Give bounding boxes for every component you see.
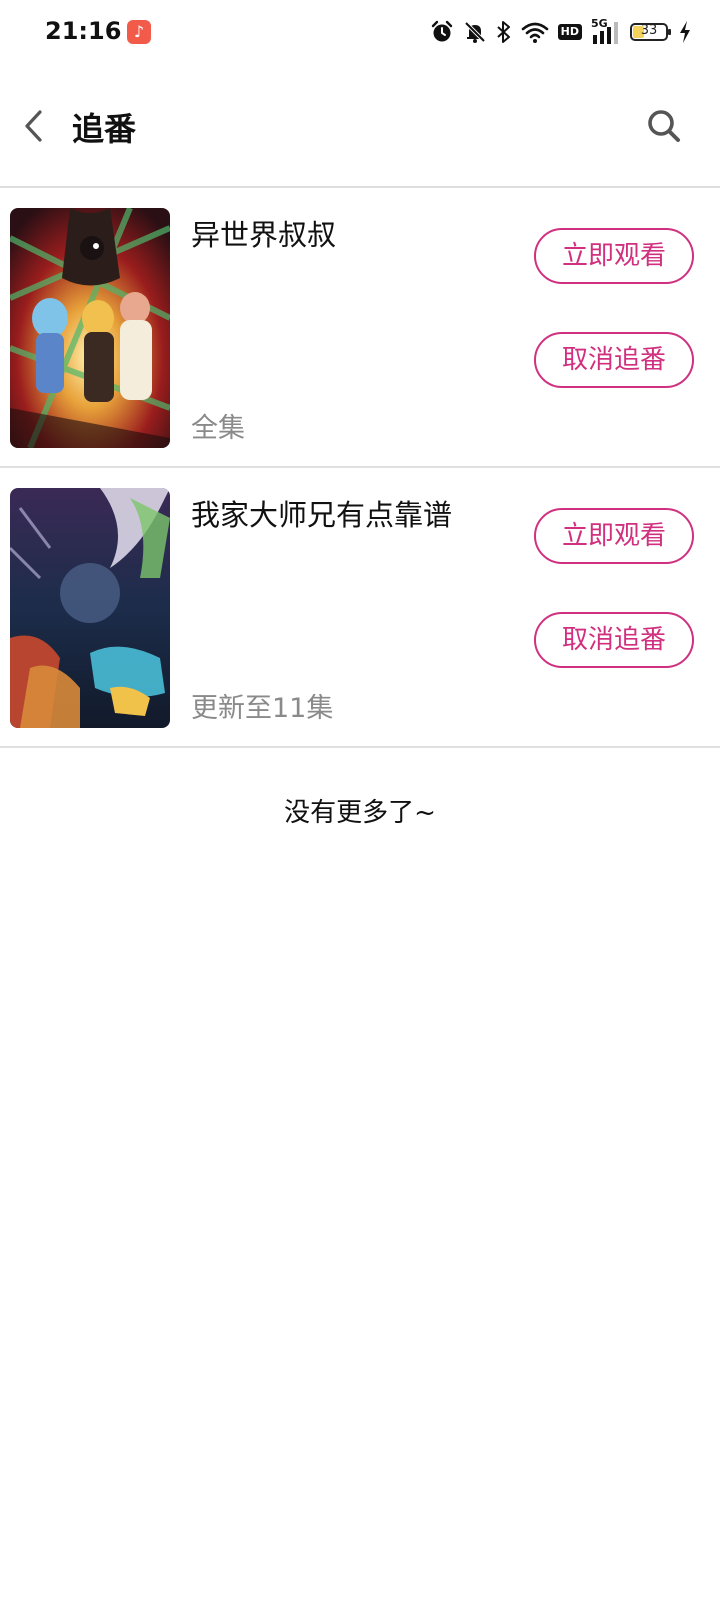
chevron-left-icon	[25, 110, 42, 142]
search-icon	[648, 110, 680, 142]
anime-title[interactable]: 异世界叔叔	[191, 212, 336, 254]
battery-level: 33	[640, 23, 658, 38]
top-app-bar: 追番	[0, 64, 720, 188]
follow-list-page: 21:16 ♪ HD 5G 33 追番 异世界叔叔 全集 立即观看 取消追番 我…	[0, 0, 720, 1600]
unfollow-button[interactable]: 取消追番	[534, 612, 694, 668]
battery-tip	[668, 29, 671, 35]
end-of-list-text: 没有更多了~	[284, 798, 436, 828]
page-title: 追番	[72, 110, 137, 148]
anime-title[interactable]: 我家大师兄有点靠谱	[191, 492, 452, 534]
cover-image[interactable]	[10, 208, 170, 448]
bluetooth-icon	[496, 20, 512, 44]
unfollow-button[interactable]: 取消追番	[534, 332, 694, 388]
charging-icon	[678, 20, 692, 48]
list-item[interactable]: 异世界叔叔 全集 立即观看 取消追番	[0, 188, 720, 468]
followed-anime-list: 异世界叔叔 全集 立即观看 取消追番 我家大师兄有点靠谱 更新至11集 立即观看…	[0, 188, 720, 748]
hd-icon: HD	[557, 24, 582, 40]
music-note-icon: ♪	[127, 20, 151, 44]
episode-status: 全集	[191, 413, 245, 444]
status-bar: 21:16 ♪ HD 5G 33	[0, 0, 720, 64]
episode-status: 更新至11集	[191, 693, 334, 724]
list-item[interactable]: 我家大师兄有点靠谱 更新至11集 立即观看 取消追番	[0, 468, 720, 748]
search-button[interactable]	[644, 106, 684, 146]
status-time: 21:16	[45, 17, 122, 45]
battery-indicator: 33	[630, 23, 671, 41]
status-icons: HD 5G 33	[430, 17, 671, 46]
alarm-icon	[430, 20, 454, 44]
wifi-icon	[521, 20, 549, 44]
5g-signal-icon: 5G	[591, 17, 621, 45]
back-button[interactable]	[20, 108, 48, 144]
cover-image[interactable]	[10, 488, 170, 728]
battery-icon: 33	[630, 23, 671, 41]
bell-muted-icon	[463, 20, 487, 44]
watch-now-button[interactable]: 立即观看	[534, 508, 694, 564]
watch-now-button[interactable]: 立即观看	[534, 228, 694, 284]
